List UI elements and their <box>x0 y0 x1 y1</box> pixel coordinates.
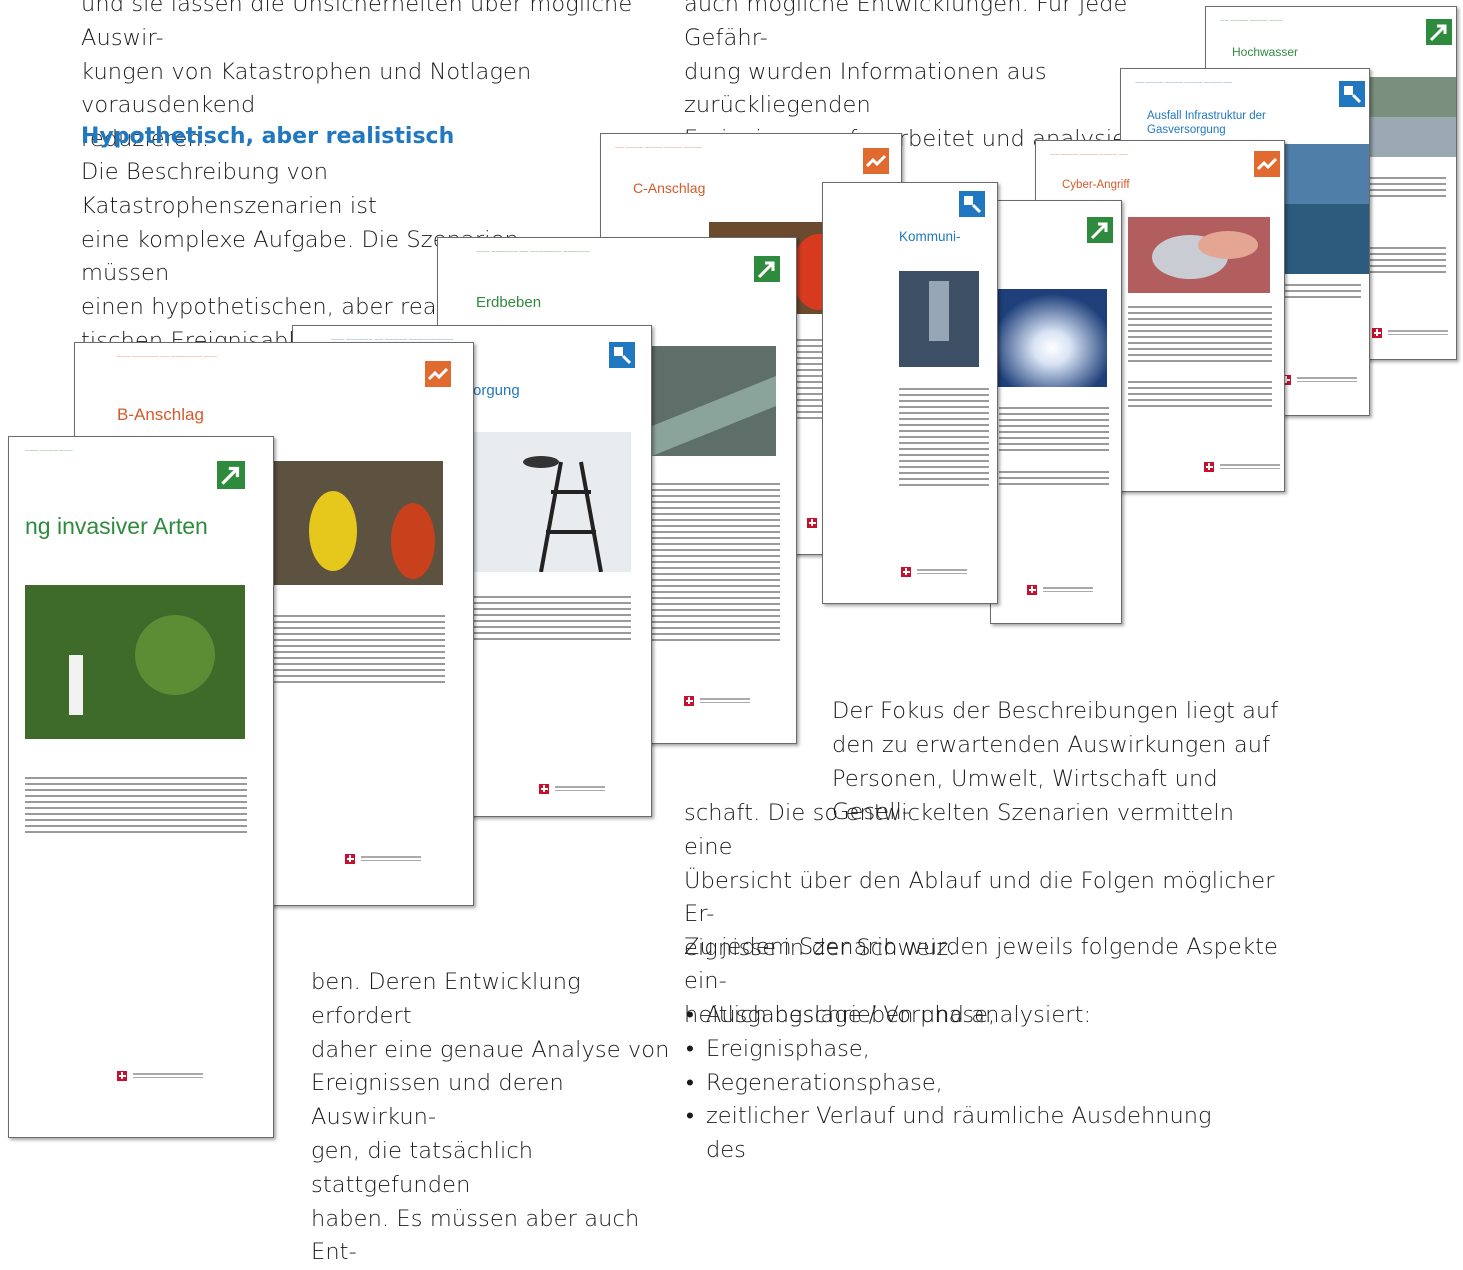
list-item: Ausgangslage / Vorphase, <box>684 999 1244 1033</box>
aspects-list: Ausgangslage / Vorphase, Ereignisphase, … <box>684 999 1244 1168</box>
doc-title: Kommuni- <box>899 229 961 244</box>
doc-title: C-Anschlag <box>633 180 706 196</box>
pipeline-photo <box>1281 144 1369 274</box>
doc-title: ng invasiver Arten <box>25 513 208 539</box>
list-item: zeitlicher Verlauf und räumliche Ausdehn… <box>684 1100 1244 1168</box>
list-item: Regenerationsphase, <box>684 1067 1244 1101</box>
orange-zigzag-icon <box>425 361 451 387</box>
doc-invasive-arten: ——— ———— ——— ng invasiver Arten <box>8 436 274 1138</box>
earthquake-photo <box>652 346 776 456</box>
flood-photo <box>1366 77 1456 157</box>
doc-title: B-Anschlag <box>117 405 204 424</box>
blue-square-icon <box>1339 81 1365 107</box>
doc-title: Cyber-Angriff <box>1062 179 1130 191</box>
list-item: Ereignisphase, <box>684 1033 1244 1067</box>
blue-square-icon <box>609 342 635 368</box>
doc-title: Ausfall Infrastruktur der Gasversorgung <box>1147 110 1266 136</box>
green-arrow-icon <box>1426 19 1452 45</box>
blue-square-icon <box>959 191 985 217</box>
plant-photo <box>25 585 245 739</box>
green-arrow-icon <box>217 461 245 489</box>
green-arrow-icon <box>1087 217 1113 243</box>
mouse-photo <box>1128 217 1270 293</box>
pylon-photo <box>471 432 631 572</box>
decontamination-photo <box>273 461 443 585</box>
sun-photo <box>997 289 1107 387</box>
doc-title: orgung <box>473 382 520 399</box>
section-heading: Hypothetisch, aber realistisch <box>81 124 455 149</box>
text-middle-bottom: ben. Deren Entwicklung erfordert daher e… <box>311 969 670 1266</box>
orange-zigzag-icon <box>1254 151 1280 177</box>
doc-kommunikation: Kommuni- <box>822 182 998 604</box>
doc-sun <box>990 200 1122 624</box>
doc-title: Hochwasser <box>1232 45 1299 59</box>
doc-title: Erdbeben <box>476 294 542 311</box>
server-photo <box>899 271 979 367</box>
green-arrow-icon <box>754 256 780 282</box>
orange-zigzag-icon <box>863 148 889 174</box>
